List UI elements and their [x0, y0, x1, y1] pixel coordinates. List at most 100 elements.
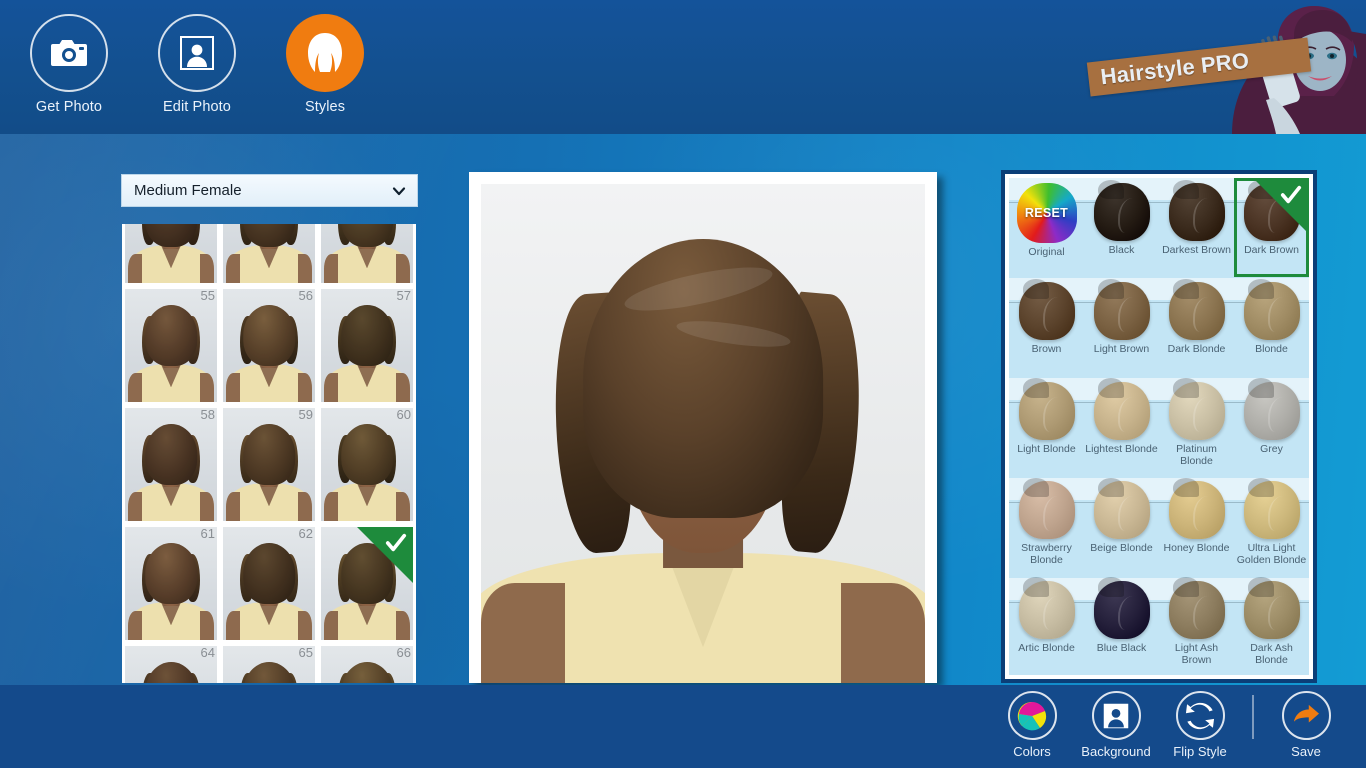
preview-arm-left [481, 583, 566, 683]
hair-color-panel[interactable]: RESET Original Black Darkest Brown Dark Brow… [1001, 170, 1317, 683]
style-thumbnail[interactable]: 56 [220, 286, 318, 405]
hair-swatch-shape [1093, 577, 1150, 639]
hair-swatch-shape [1018, 378, 1075, 440]
style-thumbnail-image [223, 527, 315, 640]
hair-color-label: Dark Ash Blonde [1250, 641, 1293, 666]
hair-color-swatch[interactable]: Brown [1009, 277, 1084, 376]
hair-color-label: Artic Blonde [1018, 641, 1075, 654]
hair-swatch-shape [1018, 477, 1075, 540]
hairstyle-pro-app: Get Photo Edit Photo Styles Hairstyle PR… [0, 0, 1366, 768]
style-thumbnail-image [321, 224, 413, 283]
style-thumbnail-number: 58 [200, 407, 215, 422]
tool-save[interactable]: Save [1264, 691, 1348, 759]
hair-swatch-shape [1168, 577, 1225, 639]
nav-styles[interactable]: Styles [274, 14, 376, 115]
tool-flip-style[interactable]: Flip Style [1158, 691, 1242, 759]
hair-color-swatch[interactable]: Dark Blonde [1159, 277, 1234, 376]
reset-label: RESET [1024, 206, 1069, 220]
hair-color-swatch[interactable]: Ultra Light Golden Blonde [1234, 476, 1309, 575]
style-thumbnail-number: 62 [298, 526, 313, 541]
style-thumbnail[interactable]: 59 [220, 405, 318, 524]
style-thumbnail-image [125, 289, 217, 402]
hair-color-label: Beige Blonde [1090, 542, 1153, 555]
style-thumbnail-panel[interactable]: 525354 55 56 57 58 59 60 61 62 63 64 65 66 [122, 224, 416, 683]
hair-color-swatch[interactable]: Darkest Brown [1159, 178, 1234, 277]
hair-color-grid: RESET Original Black Darkest Brown Dark Brow… [1009, 178, 1309, 675]
hair-color-label: Grey [1260, 442, 1283, 455]
hair-color-label: Light Brown [1093, 343, 1150, 356]
style-thumbnail[interactable]: 52 [122, 224, 220, 286]
hair-color-label: Light Ash Brown [1174, 641, 1219, 666]
hair-color-swatch[interactable]: RESET Original [1009, 178, 1084, 277]
style-thumbnail-number: 61 [200, 526, 215, 541]
hair-swatch-shape [1243, 378, 1300, 440]
hair-color-label: Blue Black [1096, 641, 1147, 654]
style-thumbnail[interactable]: 61 [122, 524, 220, 643]
style-thumbnail[interactable]: 63 [318, 524, 416, 643]
style-thumbnail[interactable]: 60 [318, 405, 416, 524]
style-thumbnail[interactable]: 58 [122, 405, 220, 524]
style-thumbnail[interactable]: 54 [318, 224, 416, 286]
style-thumbnail[interactable]: 65 [220, 643, 318, 683]
hairstyle-icon [308, 33, 342, 72]
hair-color-label: Platinum Blonde [1176, 442, 1217, 467]
hair-color-swatch[interactable]: Light Brown [1084, 277, 1159, 376]
primary-nav: Get Photo Edit Photo Styles [18, 14, 376, 115]
hair-color-label: Blonde [1255, 343, 1288, 356]
portrait-icon [1103, 703, 1129, 728]
hair-color-swatch[interactable]: Artic Blonde [1009, 576, 1084, 675]
hair-color-swatch[interactable]: Honey Blonde [1159, 476, 1234, 575]
nav-get-photo[interactable]: Get Photo [18, 14, 120, 115]
hair-color-swatch[interactable]: Grey [1234, 377, 1309, 476]
styles-button-circle[interactable] [286, 14, 364, 92]
hair-color-swatch[interactable]: Platinum Blonde [1159, 377, 1234, 476]
style-category-value: Medium Female [134, 182, 242, 199]
flip-style-button-circle[interactable] [1175, 691, 1225, 740]
tool-colors[interactable]: Colors [990, 691, 1074, 759]
save-button-circle[interactable] [1281, 691, 1331, 740]
hair-swatch-shape [1093, 477, 1150, 540]
background-button-circle[interactable] [1091, 691, 1141, 740]
style-thumbnail[interactable]: 53 [220, 224, 318, 286]
style-thumbnail[interactable]: 62 [220, 524, 318, 643]
hair-color-label: Light Blonde [1017, 442, 1076, 455]
hair-color-swatch[interactable]: Light Blonde [1009, 377, 1084, 476]
colors-button-circle[interactable] [1007, 691, 1057, 740]
brand-logo: Hairstyle PRO [1026, 0, 1366, 134]
save-arrow-icon [1293, 704, 1319, 722]
photo-preview-panel[interactable] [469, 172, 937, 683]
nav-edit-photo-label: Edit Photo [163, 99, 231, 115]
top-header-bar: Get Photo Edit Photo Styles Hairstyle PR… [0, 0, 1366, 134]
style-thumbnail[interactable]: 64 [122, 643, 220, 683]
get-photo-button-circle[interactable] [30, 14, 108, 92]
hair-color-swatch[interactable]: Black [1084, 178, 1159, 277]
tool-background[interactable]: Background [1074, 691, 1158, 759]
style-thumbnail-image [321, 289, 413, 402]
camera-icon [51, 40, 87, 66]
hair-color-label: Lightest Blonde [1085, 442, 1158, 455]
style-thumbnail-number: 65 [298, 645, 313, 660]
check-icon [385, 533, 407, 552]
style-thumbnail-number: 66 [396, 645, 411, 660]
style-thumbnail-number: 55 [200, 288, 215, 303]
hair-color-swatch[interactable]: Dark Ash Blonde [1234, 576, 1309, 675]
hair-color-swatch[interactable]: Light Ash Brown [1159, 576, 1234, 675]
style-thumbnail-number: 56 [298, 288, 313, 303]
hair-color-swatch[interactable]: Lightest Blonde [1084, 377, 1159, 476]
hair-color-swatch[interactable]: Strawberry Blonde [1009, 476, 1084, 575]
style-thumbnail[interactable]: 66 [318, 643, 416, 683]
style-thumbnail-number: 64 [200, 645, 215, 660]
hair-color-swatch[interactable]: Blue Black [1084, 576, 1159, 675]
hair-color-label: Dark Blonde [1167, 343, 1226, 356]
style-category-select[interactable]: Medium Female [121, 174, 418, 207]
style-thumbnail[interactable]: 55 [122, 286, 220, 405]
hair-swatch-shape [1093, 179, 1150, 241]
hair-color-swatch[interactable]: Dark Brown [1234, 178, 1309, 278]
hair-color-swatch[interactable]: Beige Blonde [1084, 476, 1159, 575]
hair-color-swatch[interactable]: Blonde [1234, 277, 1309, 376]
nav-edit-photo[interactable]: Edit Photo [146, 14, 248, 115]
style-thumbnail[interactable]: 57 [318, 286, 416, 405]
bottom-toolbar: Colors Background Flip Style Save [0, 685, 1366, 768]
style-thumbnail-image [125, 527, 217, 640]
edit-photo-button-circle[interactable] [158, 14, 236, 92]
